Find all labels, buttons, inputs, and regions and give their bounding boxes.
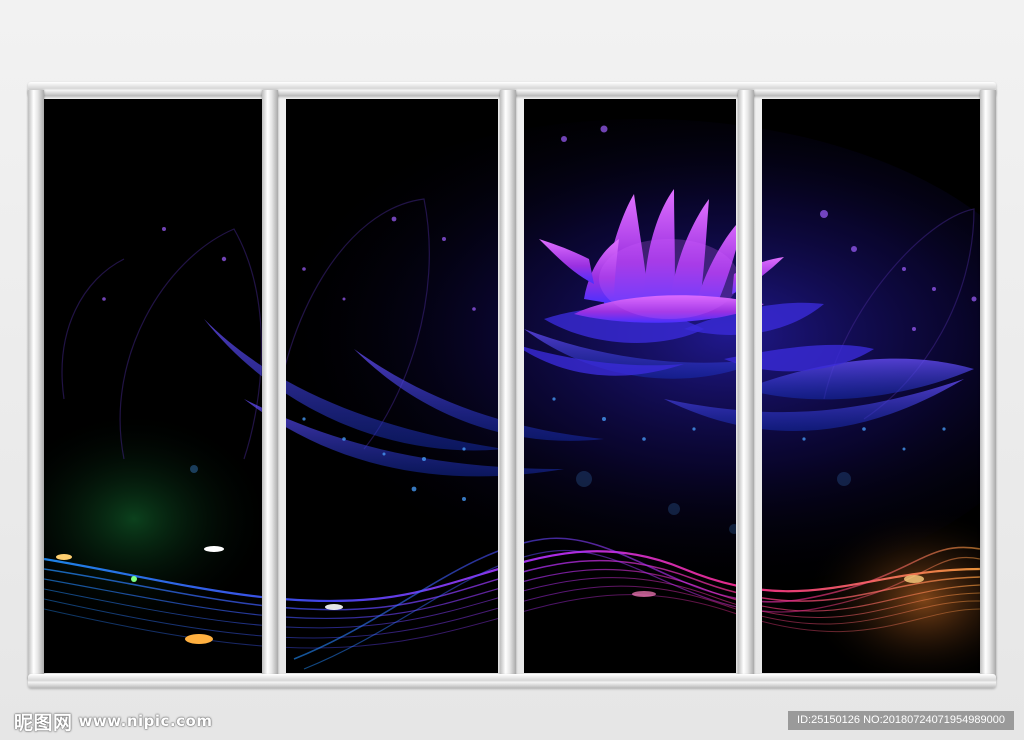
frame-post-1 (262, 90, 278, 680)
mural-mockup: 昵图网 www.nipic.com ID:25150126 NO:2018072… (0, 0, 1024, 740)
abstract-flower-art (762, 99, 980, 673)
frame-post-left (28, 90, 44, 680)
nipic-watermark: 昵图网 www.nipic.com (14, 710, 213, 734)
panel-4 (762, 99, 980, 673)
panel-1 (44, 99, 262, 673)
panel-2 (286, 99, 498, 673)
watermark-brand: 昵图网 (14, 711, 73, 734)
abstract-flower-art (44, 99, 262, 673)
watermark-url: www.nipic.com (78, 712, 213, 730)
frame-post-right (980, 90, 996, 680)
panel-3 (524, 99, 736, 673)
frame-post-2 (500, 90, 516, 680)
image-id-label: ID:25150126 NO:20180724071954989000 (788, 711, 1014, 730)
window-frame (28, 82, 996, 688)
frame-bottom-rail (28, 674, 996, 688)
abstract-flower-art (286, 99, 498, 673)
frame-post-3 (738, 90, 754, 680)
abstract-flower-art (524, 99, 736, 673)
